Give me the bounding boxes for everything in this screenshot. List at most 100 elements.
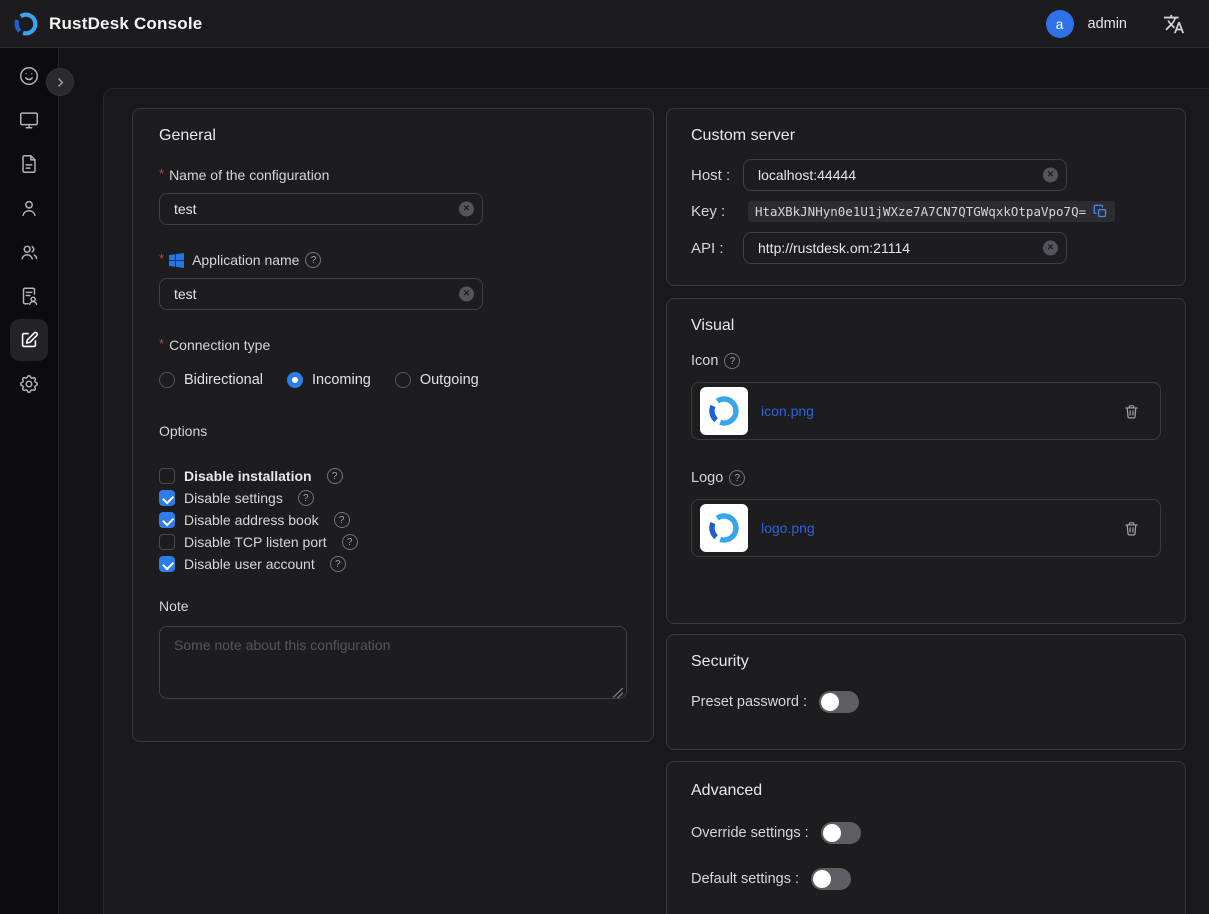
icon-label: Icon [691,353,1161,369]
default-settings-toggle[interactable] [811,868,851,890]
checkbox[interactable] [159,534,175,550]
file-user-icon [18,285,40,307]
checkbox[interactable] [159,468,175,484]
clear-app-name-icon[interactable] [459,287,474,302]
security-card: Security Preset password : [666,634,1186,750]
host-input-wrap [743,159,1067,191]
help-icon[interactable] [342,534,358,550]
radio-outgoing[interactable]: Outgoing [395,372,479,388]
radio-circle[interactable] [287,372,303,388]
checkbox[interactable] [159,512,175,528]
clear-api-icon[interactable] [1043,241,1058,256]
clear-name-icon[interactable] [459,202,474,217]
translate-icon[interactable] [1163,13,1185,35]
app-name-field-label: * Application name [159,252,627,268]
override-settings-row: Override settings : [691,822,1161,844]
option-disable-installation: Disable installation [159,465,627,487]
connection-type-radios: Bidirectional Incoming Outgoing [159,372,627,388]
sidebar-item-groups[interactable] [7,230,51,274]
connection-type-label: * Connection type [159,337,627,353]
key-box: HtaXBkJNHyn0e1U1jWXze7A7CN7QTGWqxkOtpaVp… [748,201,1115,222]
required-asterisk: * [159,251,164,266]
sidebar-item-devices[interactable] [7,98,51,142]
help-icon[interactable] [724,353,740,369]
rustdesk-console-app: RustDesk Console a admin [0,0,1209,914]
sidebar-item-audits[interactable] [7,142,51,186]
api-input[interactable] [743,232,1067,264]
application-name-input[interactable] [159,278,483,310]
icon-thumbnail [700,387,748,435]
logo-label: Logo [691,470,1161,486]
api-label: API : [691,240,743,257]
radio-incoming[interactable]: Incoming [287,372,371,388]
sidebar-nav [0,48,59,914]
checkbox[interactable] [159,556,175,572]
clear-host-icon[interactable] [1043,168,1058,183]
help-icon[interactable] [334,512,350,528]
custom-server-card: Custom server Host : Key : HtaXBkJNHyn0e… [666,108,1186,286]
toggle-knob [821,693,839,711]
help-icon[interactable] [729,470,745,486]
api-input-wrap [743,232,1067,264]
chevron-right-icon [54,76,67,89]
options-label: Options [159,423,627,439]
sidebar-item-users[interactable] [7,186,51,230]
user-name[interactable]: admin [1088,16,1128,32]
users-group-icon [18,241,40,263]
security-title: Security [691,653,1161,671]
file-text-icon [18,153,40,175]
checkbox[interactable] [159,490,175,506]
icon-file-link[interactable]: icon.png [761,403,814,419]
copy-icon[interactable] [1093,204,1108,219]
trash-icon[interactable] [1123,403,1140,420]
option-disable-user-account: Disable user account [159,553,627,575]
avatar[interactable]: a [1046,10,1074,38]
brand: RustDesk Console [12,10,202,38]
help-icon[interactable] [298,490,314,506]
sidebar-expand-button[interactable] [46,68,74,96]
sidebar-item-overview[interactable] [7,54,51,98]
host-row: Host : [691,159,1161,191]
top-header: RustDesk Console a admin [0,0,1209,48]
toggle-knob [823,824,841,842]
help-icon[interactable] [305,252,321,268]
logo-thumbnail [700,504,748,552]
general-title: General [159,127,627,145]
visual-card: Visual Icon icon.png Logo [666,298,1186,624]
app-name-input-wrap [159,278,483,310]
icon-file-box: icon.png [691,382,1161,440]
content-panel: General * Name of the configuration * Ap… [103,88,1209,914]
trash-icon[interactable] [1123,520,1140,537]
key-row: Key : HtaXBkJNHyn0e1U1jWXze7A7CN7QTGWqxk… [691,201,1161,222]
visual-title: Visual [691,317,1161,335]
windows-icon [169,253,184,268]
radio-circle[interactable] [395,372,411,388]
note-wrap [159,626,627,704]
custom-server-title: Custom server [691,127,1161,145]
key-label: Key : [691,203,743,220]
radio-bidirectional[interactable]: Bidirectional [159,372,263,388]
override-settings-toggle[interactable] [821,822,861,844]
general-card: General * Name of the configuration * Ap… [132,108,654,742]
sidebar-item-logs[interactable] [7,274,51,318]
options-list: Disable installation Disable settings Di… [159,465,627,575]
note-textarea[interactable] [159,626,627,699]
monitor-icon [18,109,40,131]
radio-circle[interactable] [159,372,175,388]
default-settings-row: Default settings : [691,868,1161,890]
sidebar-item-custom-clients[interactable] [10,319,48,361]
smiley-icon [18,65,40,87]
sidebar-item-settings[interactable] [7,362,51,406]
required-asterisk: * [159,336,164,351]
help-icon[interactable] [327,468,343,484]
preset-password-label: Preset password : [691,694,807,710]
logo-file-box: logo.png [691,499,1161,557]
preset-password-toggle[interactable] [819,691,859,713]
option-disable-settings: Disable settings [159,487,627,509]
logo-file-link[interactable]: logo.png [761,520,815,536]
gear-icon [18,373,40,395]
host-input[interactable] [743,159,1067,191]
configuration-name-input[interactable] [159,193,483,225]
advanced-title: Advanced [691,782,1161,800]
help-icon[interactable] [330,556,346,572]
